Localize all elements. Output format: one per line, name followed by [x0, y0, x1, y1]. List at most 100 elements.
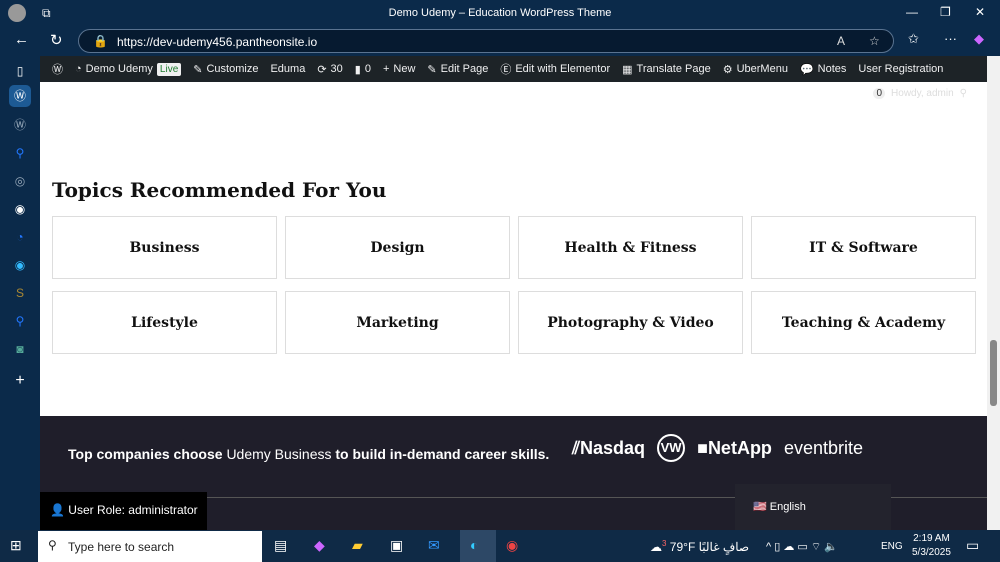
- file-explorer-icon[interactable]: ▰: [352, 537, 363, 554]
- adminbar-translate[interactable]: ▦ Translate Page: [616, 63, 717, 76]
- copilot-icon[interactable]: ◆: [974, 31, 984, 47]
- outlook-icon[interactable]: ✉: [428, 537, 440, 554]
- user-registration-label: User Registration: [858, 63, 944, 75]
- app-tab-icon[interactable]: ◙: [9, 338, 31, 360]
- back-button[interactable]: ←: [14, 31, 29, 48]
- input-language[interactable]: ENG: [881, 541, 903, 552]
- adminbar-updates[interactable]: ⟳ 30: [311, 63, 348, 76]
- wordpress-tab-icon[interactable]: Ⓦ: [9, 114, 31, 136]
- weather-widget[interactable]: ☁3 79°F صافٍ غالبًا: [650, 539, 749, 554]
- search-placeholder: Type here to search: [68, 540, 175, 554]
- company-logos: ⫽Nasdaq VW ■NetApp eventbrite: [572, 434, 863, 462]
- topic-card[interactable]: IT & Software: [751, 216, 976, 279]
- adminbar-edit-page[interactable]: ✎ Edit Page: [421, 63, 494, 76]
- business-tagline: Top companies choose Udemy Business to b…: [68, 446, 549, 462]
- language-label: English: [769, 501, 806, 513]
- restore-button[interactable]: ❐: [940, 5, 951, 19]
- scrollbar-thumb[interactable]: [990, 340, 997, 406]
- url-text[interactable]: https://dev-udemy456.pantheonsite.io: [117, 35, 317, 49]
- chrome-icon[interactable]: ◉: [506, 537, 518, 554]
- updates-count: 30: [330, 63, 343, 75]
- circle-tab-icon[interactable]: ◉: [9, 254, 31, 276]
- minimize-button[interactable]: —: [906, 5, 918, 19]
- user-role-text: User Role: administrator: [68, 503, 198, 517]
- add-tab-icon[interactable]: +: [9, 370, 31, 392]
- new-label: New: [393, 63, 416, 75]
- refresh-button[interactable]: ↻: [50, 31, 63, 49]
- read-aloud-icon[interactable]: A: [837, 34, 845, 48]
- window-title: Demo Udemy – Education WordPress Theme: [388, 7, 612, 19]
- live-badge: Live: [156, 62, 182, 76]
- clock-date: 5/3/2025: [912, 547, 951, 558]
- task-view-icon[interactable]: ▤: [274, 537, 287, 554]
- taskbar: ⊞ ⚲ Type here to search ▤ ◆ ▰ ▣ ✉ ◐ ◉ ☁3 …: [0, 530, 1000, 562]
- edge-icon[interactable]: ◐: [460, 530, 496, 562]
- chatgpt-tab-icon[interactable]: ◎: [9, 170, 31, 192]
- web-page: Ⓦ ◔ Demo Udemy Live ✎ Customize Eduma ⟳ …: [40, 56, 987, 530]
- adminbar-elementor[interactable]: Ⓔ Edit with Elementor: [494, 61, 616, 77]
- cart-count[interactable]: 0: [873, 88, 886, 99]
- site-name: Demo Udemy: [85, 63, 153, 75]
- header-user-area: 0 Howdy, admin ⚲: [873, 88, 967, 99]
- weather-temp: 79°F: [669, 540, 696, 554]
- topic-card[interactable]: Lifestyle: [52, 291, 277, 354]
- adminbar-new[interactable]: + New: [377, 63, 421, 75]
- tray-icons[interactable]: ^ ▯ ☁ ▭ ⌔ 🔈: [766, 540, 838, 554]
- adminbar-notes[interactable]: 💬 Notes: [794, 63, 852, 76]
- adminbar-comments[interactable]: ▮ 0: [349, 63, 377, 76]
- adminbar-site[interactable]: ◔ Demo Udemy Live: [69, 62, 187, 76]
- udemy-business-link[interactable]: Udemy Business: [226, 446, 331, 462]
- elementor-label: Edit with Elementor: [515, 63, 611, 75]
- more-icon[interactable]: ···: [944, 31, 957, 46]
- topic-card[interactable]: Business: [52, 216, 277, 279]
- wp-logo-icon[interactable]: Ⓦ: [46, 61, 69, 77]
- topic-card[interactable]: Photography & Video: [518, 291, 743, 354]
- browser-sidebar: ▯ Ⓦ Ⓦ ⚲ ◎ ◉ ◔ ◉ S ⚲ ◙ +: [0, 56, 40, 530]
- clock[interactable]: 2:19 AM 5/3/2025: [912, 533, 951, 558]
- topic-card[interactable]: Marketing: [285, 291, 510, 354]
- s-tab-icon[interactable]: S: [9, 282, 31, 304]
- search-tab-icon[interactable]: ⚲: [9, 310, 31, 332]
- translate-label: Translate Page: [636, 63, 711, 75]
- netapp-logo: ■NetApp: [697, 437, 772, 458]
- adminbar-user-registration[interactable]: User Registration: [852, 63, 949, 75]
- tag-post: to build in-demand career skills.: [335, 446, 550, 462]
- chatgpt-tab-icon[interactable]: ◉: [9, 198, 31, 220]
- loading-tab-icon[interactable]: ◔: [9, 226, 31, 248]
- topic-card[interactable]: Health & Fitness: [518, 216, 743, 279]
- favorite-star-icon[interactable]: ☆: [869, 34, 880, 48]
- taskbar-search[interactable]: ⚲ Type here to search: [38, 531, 262, 562]
- copilot-icon[interactable]: ◆: [314, 537, 325, 554]
- search-icon: ⚲: [48, 538, 57, 552]
- wordpress-tab-icon[interactable]: Ⓦ: [9, 85, 31, 107]
- close-button[interactable]: ✕: [975, 5, 985, 19]
- lock-icon[interactable]: 🔒: [93, 34, 108, 48]
- adminbar-eduma[interactable]: Eduma: [264, 63, 311, 75]
- edit-page-label: Edit Page: [440, 63, 489, 75]
- search-tab-icon[interactable]: ⚲: [9, 142, 31, 164]
- eventbrite-logo: eventbrite: [783, 437, 863, 458]
- language-switcher[interactable]: 🇺🇸 English: [735, 484, 891, 530]
- tab-actions-icon[interactable]: ▯: [9, 60, 31, 82]
- howdy-link[interactable]: Howdy, admin: [891, 88, 954, 99]
- favorites-icon[interactable]: ✩: [908, 31, 919, 47]
- notifications-icon[interactable]: ▭: [966, 537, 979, 554]
- adminbar-ubermenu[interactable]: ⚙ UberMenu: [717, 63, 794, 76]
- address-bar[interactable]: 🔒 https://dev-udemy456.pantheonsite.io A…: [78, 29, 894, 53]
- user-role-badge: 👤 User Role: administrator: [40, 492, 207, 530]
- weather-badge: 3: [662, 539, 667, 548]
- clock-time: 2:19 AM: [913, 533, 950, 544]
- page-scrollbar[interactable]: [987, 56, 1000, 530]
- adminbar-customize[interactable]: ✎ Customize: [187, 63, 264, 76]
- topic-card[interactable]: Teaching & Academy: [751, 291, 976, 354]
- customize-label: Customize: [206, 63, 259, 75]
- tag-pre: Top companies choose: [68, 446, 223, 462]
- search-icon[interactable]: ⚲: [960, 88, 967, 99]
- topic-card[interactable]: Design: [285, 216, 510, 279]
- vw-logo: VW: [657, 434, 686, 462]
- weather-desc: صافٍ غالبًا: [698, 540, 750, 554]
- wp-admin-bar: Ⓦ ◔ Demo Udemy Live ✎ Customize Eduma ⟳ …: [40, 56, 987, 82]
- store-icon[interactable]: ▣: [390, 537, 403, 554]
- section-heading: Topics Recommended For You: [52, 178, 387, 202]
- start-icon[interactable]: ⊞: [10, 537, 22, 554]
